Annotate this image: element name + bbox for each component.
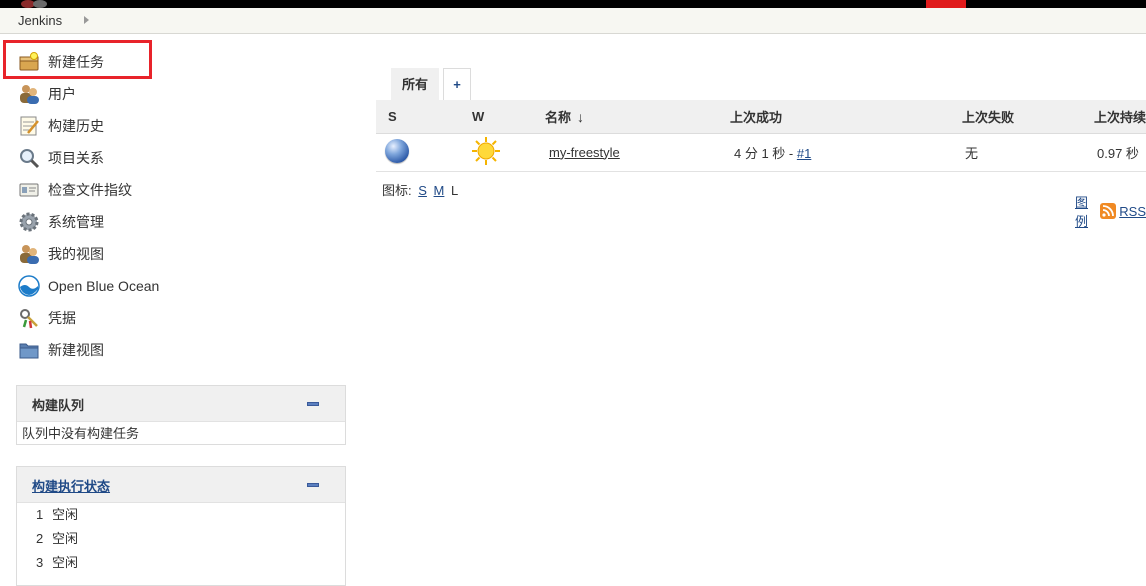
last-duration-cell: 0.97 秒 <box>1079 133 1146 172</box>
icon-size-selector: 图标: S M L <box>382 180 458 199</box>
header-last-success[interactable]: 上次成功 <box>730 100 946 134</box>
legend-rss-links: 图例 RSS <box>1075 192 1146 230</box>
executor-number: 2 <box>36 531 44 546</box>
header-status[interactable]: S <box>376 100 456 134</box>
task-label: 系统管理 <box>48 214 104 230</box>
task-open-blue-ocean[interactable]: Open Blue Ocean <box>18 274 159 298</box>
task-label: 我的视图 <box>48 246 104 262</box>
gear-icon <box>19 212 39 232</box>
icon-size-small[interactable]: S <box>418 183 427 198</box>
task-credentials[interactable]: 凭据 <box>18 306 76 330</box>
users-icon <box>20 85 39 104</box>
task-label: 项目关系 <box>48 150 104 166</box>
fingerprint-icon <box>19 183 39 197</box>
task-label: 用户 <box>48 86 76 102</box>
chevron-right-icon[interactable] <box>84 16 89 24</box>
jenkins-logo-icon[interactable] <box>18 0 52 8</box>
sort-descending-icon: ↓ <box>577 108 585 125</box>
projects-table: S W 名称 ↓ 上次成功 上次失败 上次持续 my-freestyle 4 分… <box>376 100 1146 172</box>
build-link[interactable]: #1 <box>797 146 811 161</box>
notepad-icon <box>20 116 39 136</box>
header-name[interactable]: 名称 ↓ <box>529 100 730 134</box>
status-cell <box>376 133 456 172</box>
task-my-views[interactable]: 我的视图 <box>18 242 104 266</box>
task-manage-jenkins[interactable]: 系统管理 <box>18 210 104 234</box>
pane-header: 构建队列 <box>17 386 345 422</box>
rss-icon[interactable] <box>1100 203 1117 219</box>
folder-icon <box>19 343 39 359</box>
rss-glyph-icon <box>1102 205 1115 217</box>
build-queue-empty: 队列中没有构建任务 <box>22 426 140 441</box>
task-project-relationship[interactable]: 项目关系 <box>18 146 104 170</box>
last-failure-cell: 无 <box>946 133 1079 172</box>
task-label: Open Blue Ocean <box>48 278 160 294</box>
job-name-cell: my-freestyle <box>529 133 730 172</box>
table-row: my-freestyle 4 分 1 秒 - #1 无 0.97 秒 <box>376 133 1146 172</box>
last-success-cell: 4 分 1 秒 - #1 <box>730 133 946 172</box>
weather-cell <box>456 133 529 172</box>
build-queue-pane: 构建队列 队列中没有构建任务 <box>16 385 346 445</box>
tab-all[interactable]: 所有 <box>391 68 439 100</box>
executor-status: 空闲 <box>52 507 79 522</box>
highlight-box <box>3 40 152 79</box>
icon-size-large: L <box>451 183 459 198</box>
executors-title-link[interactable]: 构建执行状态 <box>32 476 110 495</box>
header-weather[interactable]: W <box>456 100 529 134</box>
executor-row: 2 空闲 <box>17 527 345 551</box>
header-last-failure[interactable]: 上次失败 <box>946 100 1079 134</box>
icon-size-medium[interactable]: M <box>434 183 445 198</box>
collapse-icon[interactable] <box>307 483 319 487</box>
collapse-icon[interactable] <box>307 402 319 406</box>
top-bar <box>0 0 1146 8</box>
build-queue-title: 构建队列 <box>32 398 85 413</box>
tab-add-view[interactable]: + <box>443 68 471 100</box>
icon-size-label: 图标: <box>382 183 412 198</box>
breadcrumb-jenkins[interactable]: Jenkins <box>18 13 62 28</box>
task-label: 构建历史 <box>48 118 104 134</box>
status-ball-icon[interactable] <box>385 138 409 163</box>
sunny-weather-icon[interactable] <box>471 136 501 166</box>
executor-row: 1 空闲 <box>17 503 345 527</box>
task-build-history[interactable]: 构建历史 <box>18 114 104 138</box>
header-last-duration[interactable]: 上次持续 <box>1079 100 1146 134</box>
task-people[interactable]: 用户 <box>18 82 76 106</box>
table-header-row: S W 名称 ↓ 上次成功 上次失败 上次持续 <box>376 100 1146 134</box>
last-success-time: 4 分 1 秒 - <box>734 145 797 161</box>
task-label: 凭据 <box>48 310 76 326</box>
task-label: 检查文件指纹 <box>48 182 132 198</box>
task-new-view[interactable]: 新建视图 <box>18 338 104 362</box>
keys-icon <box>20 309 38 329</box>
job-link[interactable]: my-freestyle <box>549 145 620 160</box>
task-fingerprint[interactable]: 检查文件指纹 <box>18 178 132 202</box>
search-icon <box>20 149 40 169</box>
users-icon <box>20 245 39 264</box>
rss-link[interactable]: RSS <box>1119 204 1146 219</box>
executor-row: 3 空闲 <box>17 551 345 575</box>
legend-link[interactable]: 图例 <box>1075 192 1088 230</box>
pane-header: 构建执行状态 <box>17 467 345 503</box>
breadcrumb: Jenkins <box>0 8 1146 34</box>
executor-number: 1 <box>36 507 44 522</box>
executor-number: 3 <box>36 555 44 570</box>
executor-status: 空闲 <box>52 531 79 546</box>
executor-status: 空闲 <box>52 555 79 570</box>
header-name-label: 名称 <box>545 109 572 125</box>
blue-ocean-icon <box>18 275 40 297</box>
top-bar-accent <box>926 0 966 8</box>
executors-pane: 构建执行状态 1 空闲 2 空闲 3 空闲 <box>16 466 346 586</box>
task-label: 新建视图 <box>48 342 104 358</box>
